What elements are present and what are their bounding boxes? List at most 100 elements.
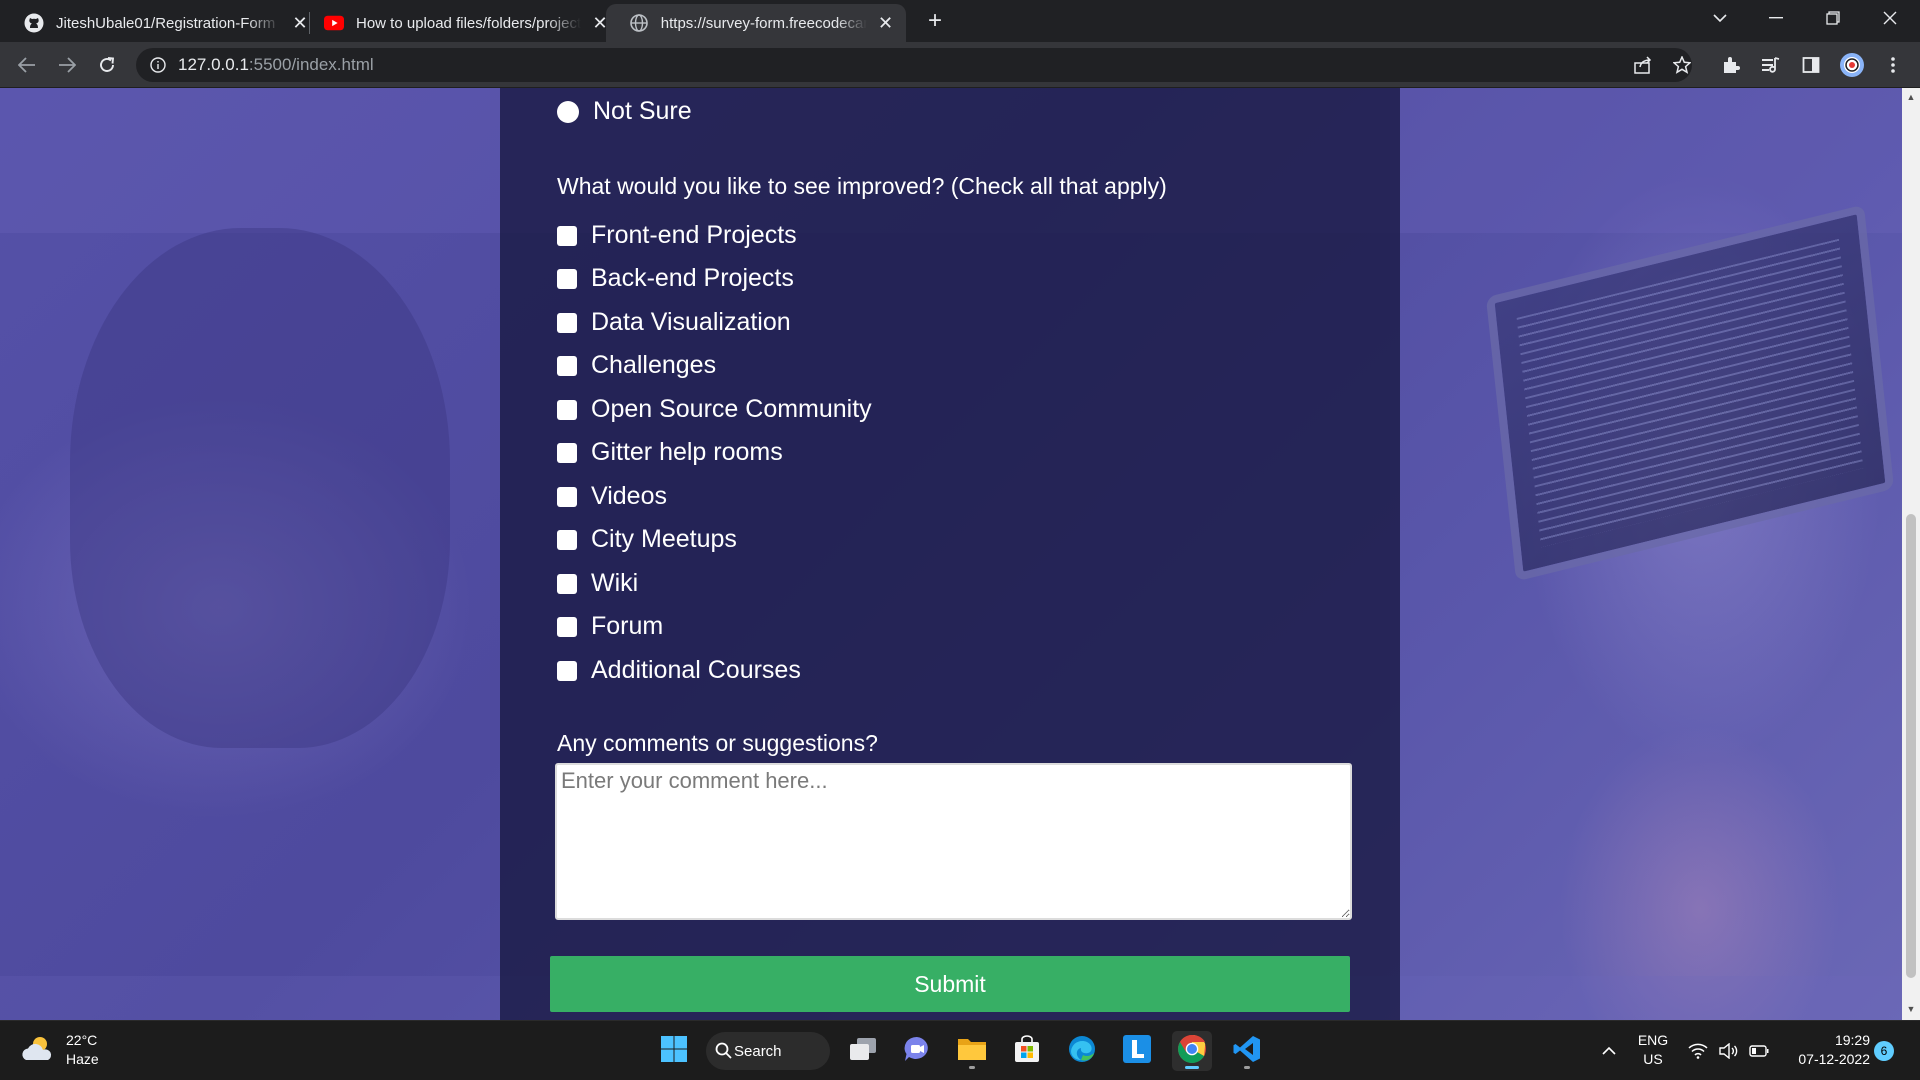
windows-taskbar: 22°C Haze Search ENG US 19:29 07-12-2022… [0, 1020, 1920, 1080]
close-tab-icon[interactable]: ✕ [877, 13, 894, 34]
tab-youtube[interactable]: How to upload files/folders/projects ✕ [300, 4, 621, 42]
checkbox-label: City Meetups [591, 525, 737, 553]
checkbox-label: Wiki [591, 569, 639, 597]
checkbox-label: Challenges [591, 351, 717, 379]
background-photo [1485, 204, 1895, 582]
checkbox-option[interactable]: Gitter help rooms [557, 438, 783, 467]
search-icon [715, 1042, 732, 1063]
checkbox-option[interactable]: Back-end Projects [557, 264, 794, 293]
restore-icon[interactable] [1805, 0, 1861, 36]
site-info-icon[interactable] [150, 57, 166, 73]
checkbox-option[interactable]: Wiki [557, 569, 638, 598]
vscode-button[interactable] [1227, 1031, 1267, 1071]
checkbox-option[interactable]: Open Source Community [557, 395, 872, 424]
weather-widget[interactable]: 22°C Haze [20, 1031, 99, 1069]
store-icon [1013, 1034, 1041, 1068]
language-code: ENG [1637, 1032, 1669, 1048]
chat-icon [902, 1035, 932, 1068]
tab-github[interactable]: JiteshUbale01/Registration-Form ✕ [0, 4, 321, 42]
l-app-icon [1122, 1034, 1152, 1069]
share-icon[interactable] [1630, 52, 1656, 78]
checkbox-label: Back-end Projects [591, 264, 794, 292]
reload-icon[interactable] [92, 50, 122, 80]
weather-description: Haze [66, 1051, 99, 1067]
side-panel-icon[interactable] [1798, 52, 1824, 78]
improve-question-label: What would you like to see improved? (Ch… [557, 173, 1167, 199]
checkbox-option[interactable]: Additional Courses [557, 656, 801, 685]
address-bar[interactable]: 127.0.0.1:5500/index.html [136, 48, 1692, 82]
tab-survey-form[interactable]: https://survey-form.freecodecamp ✕ [606, 4, 906, 42]
checkbox-option[interactable]: Videos [557, 482, 667, 511]
checkbox[interactable] [557, 442, 577, 463]
new-tab-button[interactable]: + [920, 6, 950, 36]
tab-title: JiteshUbale01/Registration-Form [56, 14, 276, 32]
taskbar-search[interactable]: Search [706, 1032, 830, 1070]
running-indicator [1244, 1066, 1250, 1069]
partly-cloudy-icon [20, 1032, 56, 1069]
clock[interactable]: 19:29 07-12-2022 [1784, 1031, 1870, 1069]
checkbox-option[interactable]: Challenges [557, 351, 716, 380]
back-arrow-icon[interactable] [12, 50, 42, 80]
background-photo [70, 228, 450, 748]
clock-date: 07-12-2022 [1798, 1051, 1870, 1067]
microsoft-store-button[interactable] [1007, 1031, 1047, 1071]
checkbox[interactable] [557, 573, 577, 594]
search-label: Search [734, 1042, 782, 1060]
active-indicator [1185, 1066, 1199, 1069]
l-app-button[interactable] [1117, 1031, 1157, 1071]
checkbox-option[interactable]: City Meetups [557, 525, 737, 554]
radio-label: Not Sure [593, 97, 692, 125]
checkbox[interactable] [557, 225, 577, 246]
edge-icon [1067, 1034, 1097, 1069]
chrome-icon [1177, 1034, 1207, 1069]
forward-arrow-icon[interactable] [52, 50, 82, 80]
battery-icon[interactable] [1747, 1039, 1771, 1063]
edge-button[interactable] [1062, 1031, 1102, 1071]
radio-button[interactable] [557, 100, 579, 123]
page-scrollbar[interactable]: ▲ ▼ [1902, 88, 1920, 1020]
tab-title: https://survey-form.freecodecamp [660, 14, 868, 32]
checkbox[interactable] [557, 355, 577, 376]
notification-badge[interactable]: 6 [1874, 1041, 1894, 1061]
file-explorer-button[interactable] [952, 1031, 992, 1071]
keyboard-region: US [1643, 1051, 1663, 1067]
chrome-menu-icon[interactable] [1880, 52, 1906, 78]
profile-avatar-icon[interactable] [1839, 52, 1865, 78]
vscode-icon [1232, 1034, 1262, 1069]
teams-chat-button[interactable] [897, 1031, 937, 1071]
globe-icon [630, 13, 649, 33]
scrollbar-thumb[interactable] [1906, 514, 1916, 978]
checkbox-option[interactable]: Front-end Projects [557, 221, 797, 250]
checkbox-label: Data Visualization [591, 308, 791, 336]
volume-icon[interactable] [1717, 1039, 1741, 1063]
scroll-up-arrow-icon[interactable]: ▲ [1906, 92, 1916, 102]
radio-option-not-sure[interactable]: Not Sure [557, 97, 692, 126]
extensions-icon[interactable] [1718, 52, 1744, 78]
scroll-down-arrow-icon[interactable]: ▼ [1906, 1004, 1916, 1014]
minimize-icon[interactable] [1748, 0, 1804, 36]
start-button[interactable] [654, 1031, 694, 1071]
checkbox-option[interactable]: Forum [557, 612, 663, 641]
comments-textarea[interactable] [555, 763, 1352, 920]
checkbox[interactable] [557, 399, 577, 420]
page-viewport: Not Sure What would you like to see impr… [0, 88, 1920, 1020]
checkbox[interactable] [557, 312, 577, 333]
chrome-button[interactable] [1172, 1031, 1212, 1071]
checkbox[interactable] [557, 616, 577, 637]
comments-label: Any comments or suggestions? [557, 730, 878, 756]
wifi-icon[interactable] [1686, 1039, 1710, 1063]
bookmark-star-icon[interactable] [1669, 52, 1695, 78]
running-indicator [969, 1066, 975, 1069]
checkbox[interactable] [557, 268, 577, 289]
language-indicator[interactable]: ENG US [1635, 1031, 1671, 1069]
checkbox[interactable] [557, 660, 577, 681]
checkbox[interactable] [557, 486, 577, 507]
media-controls-icon[interactable] [1758, 52, 1784, 78]
submit-button[interactable]: Submit [550, 956, 1350, 1012]
task-view-button[interactable] [843, 1031, 883, 1071]
tab-search-icon[interactable] [1692, 0, 1748, 36]
checkbox-option[interactable]: Data Visualization [557, 308, 791, 337]
close-window-icon[interactable] [1862, 0, 1918, 36]
checkbox[interactable] [557, 529, 577, 550]
chevron-up-icon[interactable] [1597, 1039, 1621, 1063]
